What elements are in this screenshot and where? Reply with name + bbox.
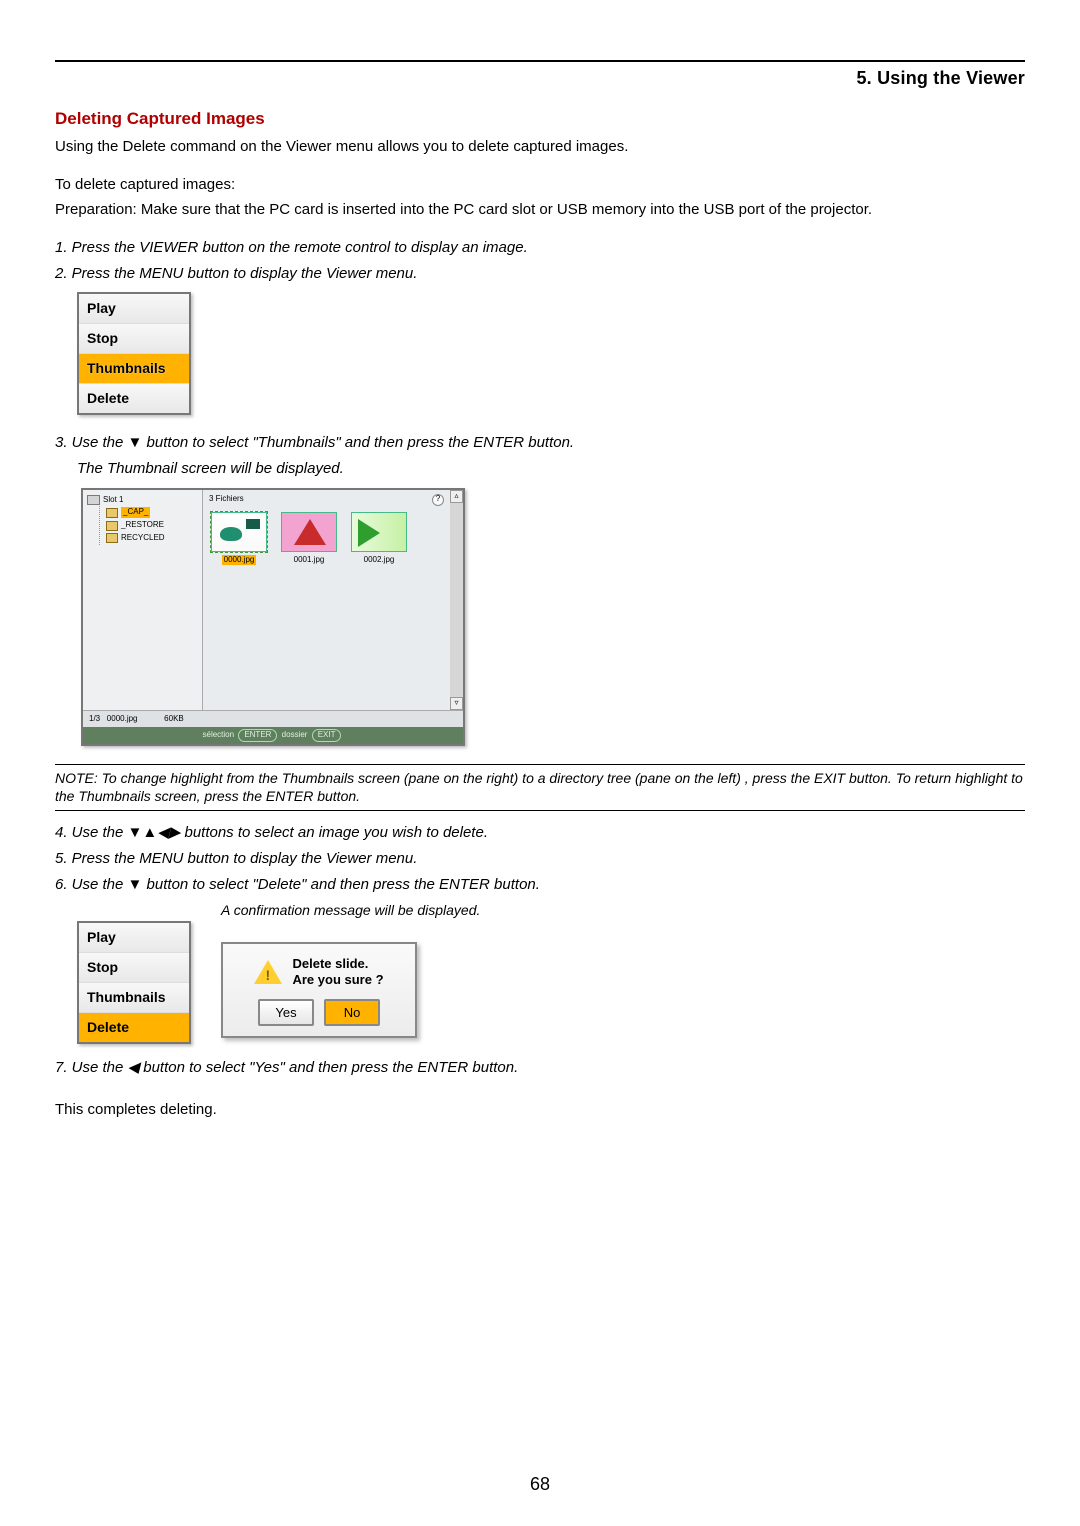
- closing-text: This completes deleting.: [55, 1100, 1025, 1120]
- tree-item-label: _CAP_: [121, 507, 150, 518]
- tree-item-cap[interactable]: _CAP_: [106, 506, 198, 519]
- scrollbar[interactable]: ▵ ▿: [450, 490, 463, 710]
- hint-enter-pill: ENTER: [238, 729, 277, 742]
- chapter-title: 5. Using the Viewer: [55, 66, 1025, 90]
- tree-item-label: _RESTORE: [121, 520, 164, 531]
- folder-icon: [106, 521, 118, 531]
- confirmation-caption: A confirmation message will be displayed…: [221, 901, 480, 920]
- menu-item-stop[interactable]: Stop: [79, 324, 189, 354]
- thumb-0[interactable]: 0000.jpg: [211, 512, 267, 566]
- tree-root-slot[interactable]: Slot 1: [87, 494, 198, 507]
- thumb-filename: 0000.jpg: [222, 555, 257, 566]
- status-size: 60KB: [164, 714, 184, 723]
- thumbnail-viewer: Slot 1 _CAP_ _RESTORE RECYCLED: [81, 488, 465, 747]
- menu-item-delete[interactable]: Delete: [79, 1013, 189, 1042]
- top-rule: [55, 60, 1025, 62]
- thumb-image: [211, 512, 267, 552]
- menu-item-stop[interactable]: Stop: [79, 953, 189, 983]
- scroll-down-button[interactable]: ▿: [450, 697, 463, 710]
- dialog-line2: Are you sure ?: [292, 972, 383, 988]
- hint-selection: sélection: [203, 730, 235, 739]
- folder-icon: [106, 508, 118, 518]
- menu-item-thumbnails[interactable]: Thumbnails: [79, 983, 189, 1013]
- menu-item-play[interactable]: Play: [79, 923, 189, 953]
- dialog-yes-button[interactable]: Yes: [258, 999, 314, 1027]
- thumb-image: [281, 512, 337, 552]
- tree-item-restore[interactable]: _RESTORE: [106, 519, 198, 532]
- hint-exit-pill: EXIT: [312, 729, 342, 742]
- step-7: 7. Use the ◀ button to select "Yes" and …: [55, 1058, 1025, 1078]
- prep-text: Preparation: Make sure that the PC card …: [55, 200, 1025, 220]
- menu-item-thumbnails[interactable]: Thumbnails: [79, 354, 189, 384]
- step-6: 6. Use the ▼ button to select "Delete" a…: [55, 875, 1025, 895]
- thumbnail-pane[interactable]: 3 Fichiers ? 0000.jpg 0001.jpg 0002.jpg: [203, 490, 450, 710]
- drive-icon: [87, 495, 100, 505]
- hint-dossier: dossier: [282, 730, 308, 739]
- step-1: 1. Press the VIEWER button on the remote…: [55, 238, 1025, 258]
- dialog-line1: Delete slide.: [292, 956, 383, 972]
- file-count: 3 Fichiers: [209, 494, 244, 506]
- tree-root-label: Slot 1: [103, 495, 123, 506]
- step-5: 5. Press the MENU button to display the …: [55, 849, 1025, 869]
- thumb-filename: 0001.jpg: [292, 555, 327, 566]
- step-4: 4. Use the ▼▲◀▶ buttons to select an ima…: [55, 823, 1025, 843]
- status-filename: 0000.jpg: [107, 714, 138, 723]
- note-block: NOTE: To change highlight from the Thumb…: [55, 764, 1025, 810]
- folder-icon: [106, 533, 118, 543]
- step-3b: The Thumbnail screen will be displayed.: [77, 459, 1025, 479]
- hint-bar: sélection ENTER dossier EXIT: [83, 727, 463, 744]
- help-icon[interactable]: ?: [432, 494, 444, 506]
- menu-item-play[interactable]: Play: [79, 294, 189, 324]
- thumb-2[interactable]: 0002.jpg: [351, 512, 407, 566]
- dialog-no-button[interactable]: No: [324, 999, 380, 1027]
- step-3a: 3. Use the ▼ button to select "Thumbnail…: [55, 433, 1025, 453]
- dialog-message: Delete slide. Are you sure ?: [292, 956, 383, 989]
- viewer-menu-delete: Play Stop Thumbnails Delete: [77, 921, 191, 1044]
- thumb-1[interactable]: 0001.jpg: [281, 512, 337, 566]
- warning-icon: [254, 960, 282, 984]
- confirm-dialog: Delete slide. Are you sure ? Yes No: [221, 942, 417, 1038]
- tree-item-recycled[interactable]: RECYCLED: [106, 532, 198, 545]
- intro-text: Using the Delete command on the Viewer m…: [55, 137, 1025, 157]
- viewer-menu: Play Stop Thumbnails Delete: [77, 292, 191, 415]
- status-index: 1/3: [89, 714, 100, 723]
- thumb-image: [351, 512, 407, 552]
- thumb-filename: 0002.jpg: [362, 555, 397, 566]
- section-heading: Deleting Captured Images: [55, 108, 1025, 131]
- tree-item-label: RECYCLED: [121, 533, 165, 544]
- prep-heading: To delete captured images:: [55, 175, 1025, 195]
- scroll-up-button[interactable]: ▵: [450, 490, 463, 503]
- status-bar: 1/3 0000.jpg 60KB: [83, 710, 463, 728]
- step-2: 2. Press the MENU button to display the …: [55, 264, 1025, 284]
- menu-item-delete[interactable]: Delete: [79, 384, 189, 413]
- directory-tree[interactable]: Slot 1 _CAP_ _RESTORE RECYCLED: [83, 490, 203, 710]
- page-number: 68: [0, 1472, 1080, 1496]
